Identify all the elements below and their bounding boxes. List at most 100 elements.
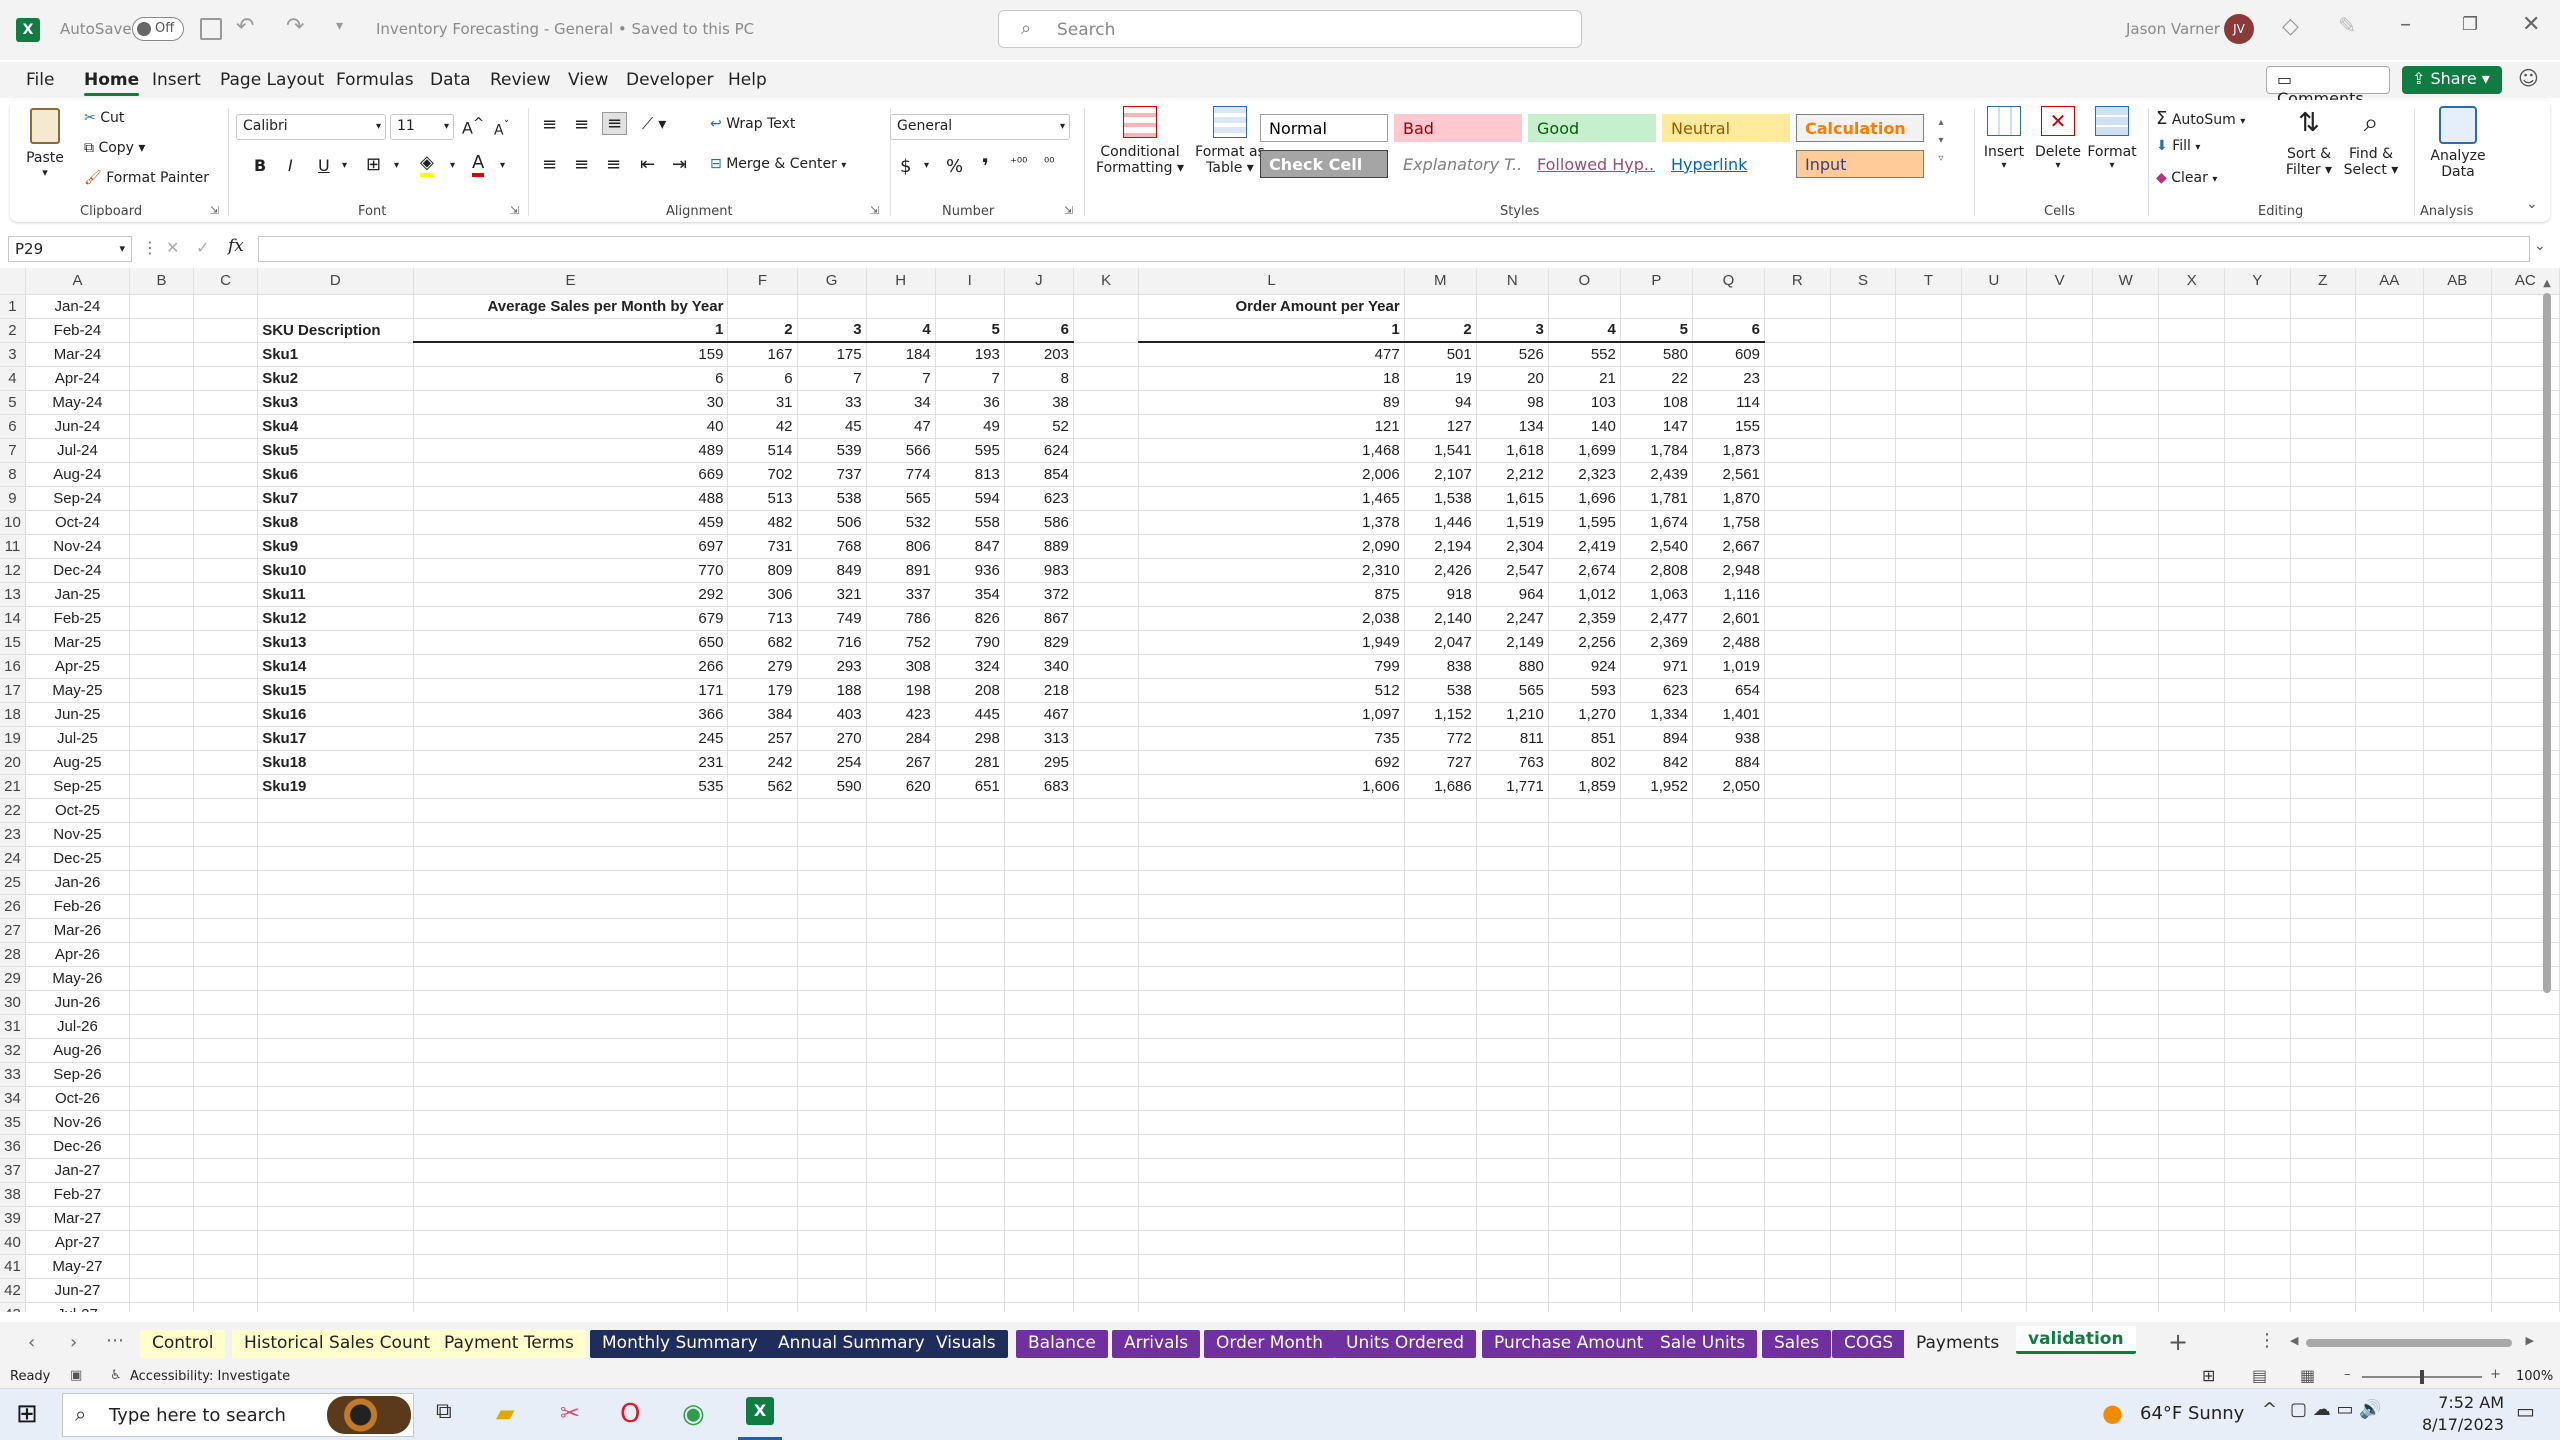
cell[interactable] bbox=[2158, 342, 2225, 367]
cell[interactable] bbox=[129, 702, 194, 727]
cell[interactable] bbox=[193, 678, 259, 703]
cell[interactable] bbox=[257, 870, 414, 895]
cell[interactable] bbox=[2290, 750, 2356, 775]
sku-name-cell[interactable]: Sku9 bbox=[257, 534, 414, 559]
cell[interactable] bbox=[2355, 606, 2424, 631]
cell[interactable] bbox=[1548, 1062, 1621, 1087]
cell[interactable] bbox=[1073, 870, 1140, 895]
cell[interactable] bbox=[129, 1206, 194, 1231]
cell[interactable] bbox=[2026, 534, 2093, 559]
align-right-icon[interactable]: ≡ bbox=[606, 154, 621, 175]
row-header[interactable]: 6 bbox=[0, 414, 26, 439]
sku-name-cell[interactable]: Sku10 bbox=[257, 558, 414, 583]
cell[interactable] bbox=[1961, 606, 2028, 631]
cell[interactable] bbox=[1764, 726, 1831, 751]
avg-sales-cell[interactable]: 49 bbox=[935, 414, 1005, 439]
sheet-tab-historical-sales-count[interactable]: Historical Sales Count bbox=[232, 1330, 443, 1358]
cell[interactable] bbox=[727, 942, 798, 967]
cell[interactable] bbox=[2355, 870, 2424, 895]
cell[interactable] bbox=[129, 1158, 194, 1183]
cell[interactable] bbox=[2092, 894, 2160, 919]
cell[interactable] bbox=[2026, 870, 2093, 895]
cell[interactable] bbox=[2026, 966, 2093, 991]
cell[interactable] bbox=[193, 318, 259, 343]
cell[interactable] bbox=[2224, 1014, 2291, 1039]
cell[interactable] bbox=[1073, 438, 1140, 463]
cell[interactable] bbox=[797, 870, 867, 895]
cell[interactable] bbox=[2290, 1134, 2356, 1159]
cell[interactable] bbox=[1961, 798, 2028, 823]
cell[interactable] bbox=[1073, 390, 1140, 415]
cell[interactable] bbox=[727, 1062, 798, 1087]
row-header[interactable]: 9 bbox=[0, 486, 26, 511]
alignment-launcher-icon[interactable]: ⇲ bbox=[870, 204, 879, 217]
month-cell[interactable]: Oct-26 bbox=[25, 1086, 130, 1111]
cell[interactable] bbox=[1895, 438, 1962, 463]
cell[interactable] bbox=[193, 1302, 259, 1312]
avg-sales-cell[interactable]: 284 bbox=[866, 726, 936, 751]
avg-sales-cell[interactable]: 47 bbox=[866, 414, 936, 439]
cell[interactable] bbox=[866, 1038, 936, 1063]
cell[interactable] bbox=[193, 606, 259, 631]
cell[interactable] bbox=[1620, 822, 1693, 847]
row-header[interactable]: 4 bbox=[0, 366, 26, 391]
cell[interactable] bbox=[413, 822, 729, 847]
order-amount-cell[interactable]: 2,426 bbox=[1404, 558, 1477, 583]
cell[interactable] bbox=[1073, 894, 1140, 919]
row-header[interactable]: 19 bbox=[0, 726, 26, 751]
opera-icon[interactable]: O bbox=[620, 1399, 640, 1429]
cell[interactable] bbox=[2355, 702, 2424, 727]
cell[interactable] bbox=[1476, 1254, 1549, 1279]
cell[interactable] bbox=[1404, 1254, 1477, 1279]
page-layout-view-icon[interactable]: ▤ bbox=[2252, 1366, 2267, 1385]
cell[interactable] bbox=[1620, 1062, 1693, 1087]
avg-sales-cell[interactable]: 245 bbox=[413, 726, 729, 751]
cell-style-check-cell[interactable]: Check Cell bbox=[1260, 150, 1388, 178]
cell[interactable] bbox=[2423, 654, 2492, 679]
cell[interactable] bbox=[1404, 1302, 1477, 1312]
sku-name-cell[interactable]: Sku6 bbox=[257, 462, 414, 487]
cell[interactable] bbox=[1830, 654, 1897, 679]
cell[interactable] bbox=[2158, 750, 2225, 775]
tab-developer[interactable]: Developer bbox=[626, 70, 713, 90]
cell[interactable] bbox=[1548, 1158, 1621, 1183]
cell[interactable] bbox=[413, 1206, 729, 1231]
cell[interactable] bbox=[129, 774, 194, 799]
cell[interactable] bbox=[1961, 1038, 2028, 1063]
cell[interactable] bbox=[2026, 630, 2093, 655]
cell[interactable] bbox=[1004, 990, 1074, 1015]
cell[interactable] bbox=[2158, 822, 2225, 847]
cell[interactable] bbox=[1138, 918, 1405, 943]
cell[interactable] bbox=[1476, 1062, 1549, 1087]
formula-input[interactable] bbox=[258, 236, 2530, 262]
avg-sales-cell[interactable]: 716 bbox=[797, 630, 867, 655]
cell[interactable] bbox=[1830, 894, 1897, 919]
cell[interactable] bbox=[935, 846, 1005, 871]
cell[interactable] bbox=[129, 870, 194, 895]
cell[interactable] bbox=[1895, 510, 1962, 535]
sku-name-cell[interactable]: Sku5 bbox=[257, 438, 414, 463]
cell[interactable] bbox=[2224, 318, 2291, 343]
cell[interactable] bbox=[2423, 702, 2492, 727]
cell[interactable] bbox=[1961, 462, 2028, 487]
cell[interactable] bbox=[1138, 942, 1405, 967]
cell[interactable] bbox=[1620, 942, 1693, 967]
find-select-button[interactable]: ⌕ Find & Select ▾ bbox=[2336, 106, 2406, 178]
cell[interactable] bbox=[1004, 294, 1074, 319]
order-amount-cell[interactable]: 802 bbox=[1548, 750, 1621, 775]
cell[interactable] bbox=[1895, 534, 1962, 559]
cell[interactable] bbox=[1004, 1158, 1074, 1183]
cell[interactable] bbox=[1138, 1230, 1405, 1255]
row-header[interactable]: 10 bbox=[0, 510, 26, 535]
cell[interactable] bbox=[2224, 678, 2291, 703]
cell[interactable] bbox=[2355, 1086, 2424, 1111]
cell[interactable] bbox=[727, 1254, 798, 1279]
cell[interactable] bbox=[1764, 942, 1831, 967]
sku-name-cell[interactable]: Sku18 bbox=[257, 750, 414, 775]
month-cell[interactable]: Jul-27 bbox=[25, 1302, 130, 1312]
cell[interactable] bbox=[2224, 462, 2291, 487]
tray-chevron-icon[interactable]: ^ bbox=[2262, 1399, 2277, 1420]
cell[interactable] bbox=[413, 942, 729, 967]
cell[interactable] bbox=[413, 918, 729, 943]
cell[interactable] bbox=[2092, 510, 2160, 535]
